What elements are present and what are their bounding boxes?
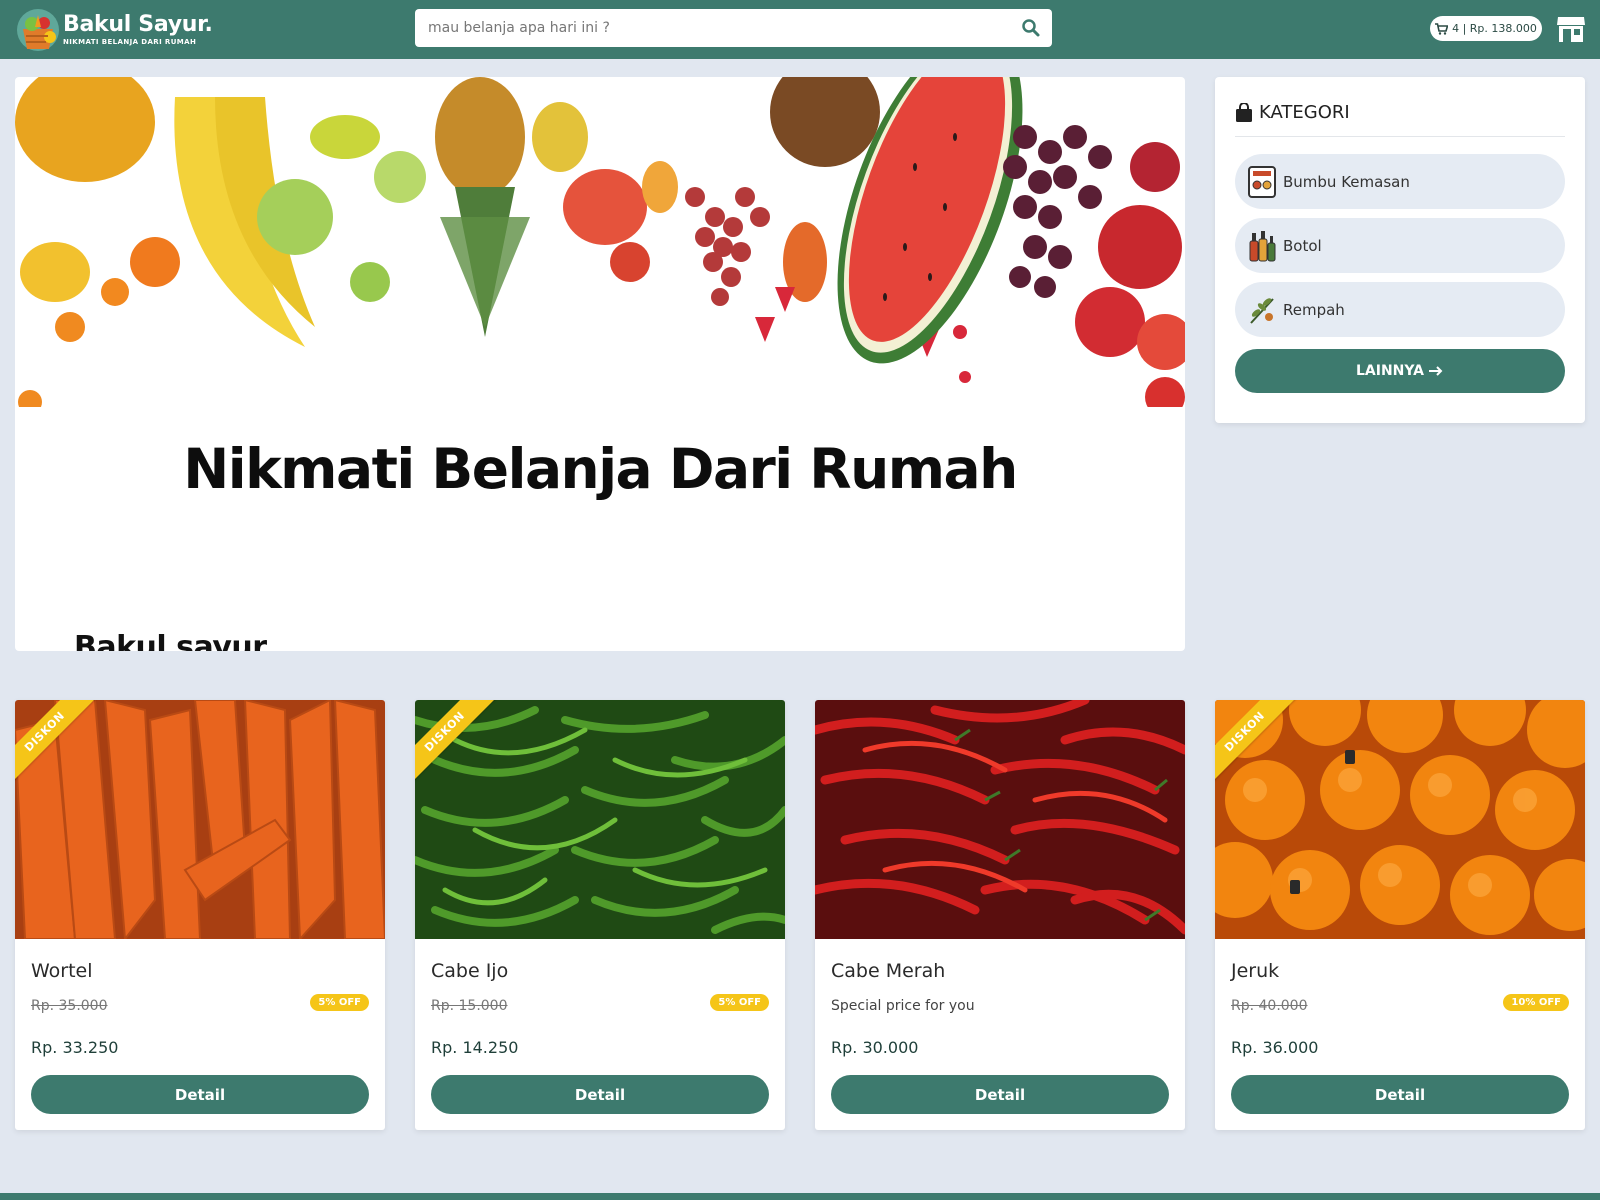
category-header: KATEGORI — [1235, 97, 1565, 137]
cart-button[interactable]: 4 | Rp. 138.000 — [1430, 16, 1542, 41]
category-item-rempah[interactable]: Rempah — [1235, 282, 1565, 337]
footer-strip — [0, 1193, 1600, 1200]
product-name: Jeruk — [1231, 960, 1280, 982]
category-item-bumbu-kemasan[interactable]: Bumbu Kemasan — [1235, 154, 1565, 209]
category-label: Bumbu Kemasan — [1283, 172, 1410, 191]
category-label: Rempah — [1283, 300, 1345, 319]
shopping-bag-icon — [1236, 102, 1252, 122]
product-name: Cabe Merah — [831, 960, 946, 982]
oranges-image — [1215, 700, 1585, 939]
product-name: Cabe Ijo — [431, 960, 509, 982]
search-icon[interactable] — [1021, 18, 1041, 38]
more-categories-button[interactable]: LAINNYA — [1235, 349, 1565, 393]
category-item-botol[interactable]: Botol — [1235, 218, 1565, 273]
search-bar — [415, 9, 1052, 47]
product-price: Rp. 14.250 — [431, 1038, 519, 1057]
category-label: Botol — [1283, 236, 1322, 255]
detail-button[interactable]: Detail — [431, 1075, 769, 1114]
product-card-cabe-merah[interactable]: Cabe Merah Special price for you Rp. 30.… — [815, 700, 1185, 1130]
product-price: Rp. 30.000 — [831, 1038, 919, 1057]
special-price-note: Special price for you — [831, 998, 975, 1014]
category-panel: KATEGORI Bumbu Kemasan Botol Rempah LAIN… — [1215, 77, 1585, 423]
original-price: Rp. 15.000 — [431, 998, 508, 1014]
brand-tagline: NIKMATI BELANJA DARI RUMAH — [63, 38, 197, 46]
brand-text: Bakul Sayur. NIKMATI BELANJA DARI RUMAH — [63, 13, 213, 47]
green-chilies-image — [415, 700, 785, 939]
hero-title: Nikmati Belanja Dari Rumah — [183, 437, 1018, 501]
detail-button[interactable]: Detail — [831, 1075, 1169, 1114]
product-name: Wortel — [31, 960, 93, 982]
category-heading: KATEGORI — [1259, 102, 1350, 123]
more-categories-label: LAINNYA — [1355, 363, 1425, 379]
product-price: Rp. 36.000 — [1231, 1038, 1319, 1057]
cart-summary: 4 | Rp. 138.000 — [1452, 22, 1537, 35]
detail-button[interactable]: Detail — [31, 1075, 369, 1114]
herb-icon — [1250, 297, 1274, 324]
carrots-image — [15, 700, 385, 939]
red-chilies-image — [815, 700, 1185, 939]
cart-icon — [1435, 22, 1449, 35]
hero-subtitle: Bakul sayur. — [74, 630, 274, 651]
arrow-right-icon — [1429, 366, 1443, 376]
brand-title: Bakul Sayur. — [63, 12, 213, 37]
original-price: Rp. 35.000 — [31, 998, 108, 1014]
detail-button[interactable]: Detail — [1231, 1075, 1569, 1114]
product-card-jeruk[interactable]: DISKON Jeruk Rp. 40.000 10% OFF Rp. 36.0… — [1215, 700, 1585, 1130]
product-card-wortel[interactable]: DISKON Wortel Rp. 35.000 5% OFF Rp. 33.2… — [15, 700, 385, 1130]
packaged-spice-icon — [1248, 165, 1276, 198]
store-icon[interactable] — [1556, 15, 1586, 43]
product-card-cabe-ijo[interactable]: DISKON Cabe Ijo Rp. 15.000 5% OFF Rp. 14… — [415, 700, 785, 1130]
bottles-icon — [1249, 230, 1276, 261]
navbar: Bakul Sayur. NIKMATI BELANJA DARI RUMAH … — [0, 0, 1600, 59]
brand[interactable]: Bakul Sayur. NIKMATI BELANJA DARI RUMAH — [15, 4, 213, 56]
hero-banner[interactable]: Nikmati Belanja Dari Rumah Bakul sayur. — [15, 77, 1185, 651]
fruit-banner-image — [15, 77, 1185, 407]
product-price: Rp. 33.250 — [31, 1038, 119, 1057]
discount-badge: 5% OFF — [710, 994, 769, 1011]
basket-logo-icon — [15, 7, 61, 53]
discount-badge: 10% OFF — [1503, 994, 1569, 1011]
discount-badge: 5% OFF — [310, 994, 369, 1011]
search-input[interactable] — [415, 9, 1005, 47]
original-price: Rp. 40.000 — [1231, 998, 1308, 1014]
